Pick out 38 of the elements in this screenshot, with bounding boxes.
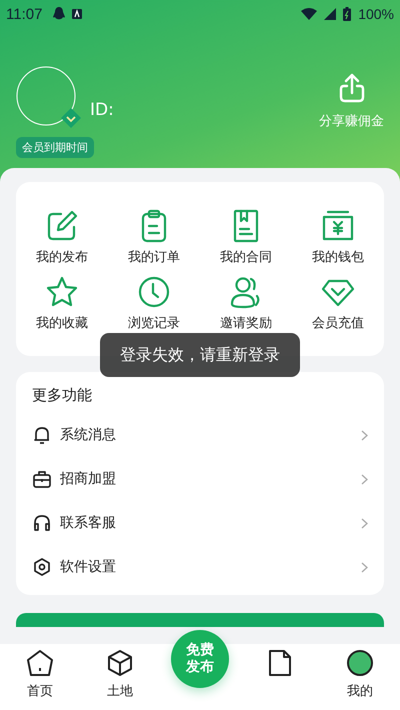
- shortcut-label[interactable]: 我的发布: [36, 248, 88, 266]
- menu-item-label[interactable]: 系统消息: [60, 426, 353, 444]
- shortcut-label[interactable]: 我的合同: [220, 248, 272, 266]
- shortcut-label[interactable]: 浏览记录: [128, 314, 180, 332]
- menu-item-label[interactable]: 联系客服: [60, 514, 353, 532]
- menu-item-label[interactable]: 招商加盟: [60, 470, 353, 488]
- chevron-right-icon: [361, 562, 368, 572]
- toast-message: 登录失效，请重新登录: [100, 333, 300, 377]
- bell-icon: [32, 425, 52, 445]
- tab-label[interactable]: 首页: [27, 682, 53, 700]
- cube-icon[interactable]: [105, 648, 135, 678]
- signal-icon: [324, 8, 336, 20]
- wifi-icon: [301, 8, 318, 20]
- headset-icon: [32, 513, 52, 533]
- chevron-right-icon: [361, 518, 368, 528]
- battery-icon: [343, 7, 352, 21]
- avatar[interactable]: [16, 66, 82, 130]
- home-icon[interactable]: [25, 648, 55, 678]
- settings-icon: [32, 557, 52, 577]
- tab-label[interactable]: 土地: [107, 682, 133, 700]
- bag-icon: [32, 469, 52, 489]
- chevron-right-icon: [361, 430, 368, 440]
- shortcut-label[interactable]: 会员充值: [312, 314, 364, 332]
- status-time: 11:07: [6, 6, 42, 22]
- shortcut-label[interactable]: 我的收藏: [36, 314, 88, 332]
- shortcut-label[interactable]: 我的钱包: [312, 248, 364, 266]
- membership-expiry-badge: 会员到期时间: [16, 137, 94, 158]
- chevron-right-icon: [361, 474, 368, 484]
- shortcut-label[interactable]: 邀请奖励: [220, 314, 272, 332]
- shortcut-label[interactable]: 我的订单: [128, 248, 180, 266]
- user-id-label: ID:: [90, 100, 114, 120]
- menu-item-label[interactable]: 软件设置: [60, 558, 353, 576]
- section-title: 更多功能: [32, 386, 93, 406]
- tab-label[interactable]: 我的: [347, 682, 373, 700]
- battery-level: 100%: [358, 6, 394, 22]
- profile-icon[interactable]: [345, 648, 375, 678]
- penguin-icon: [53, 7, 66, 21]
- history-icon[interactable]: [136, 274, 172, 310]
